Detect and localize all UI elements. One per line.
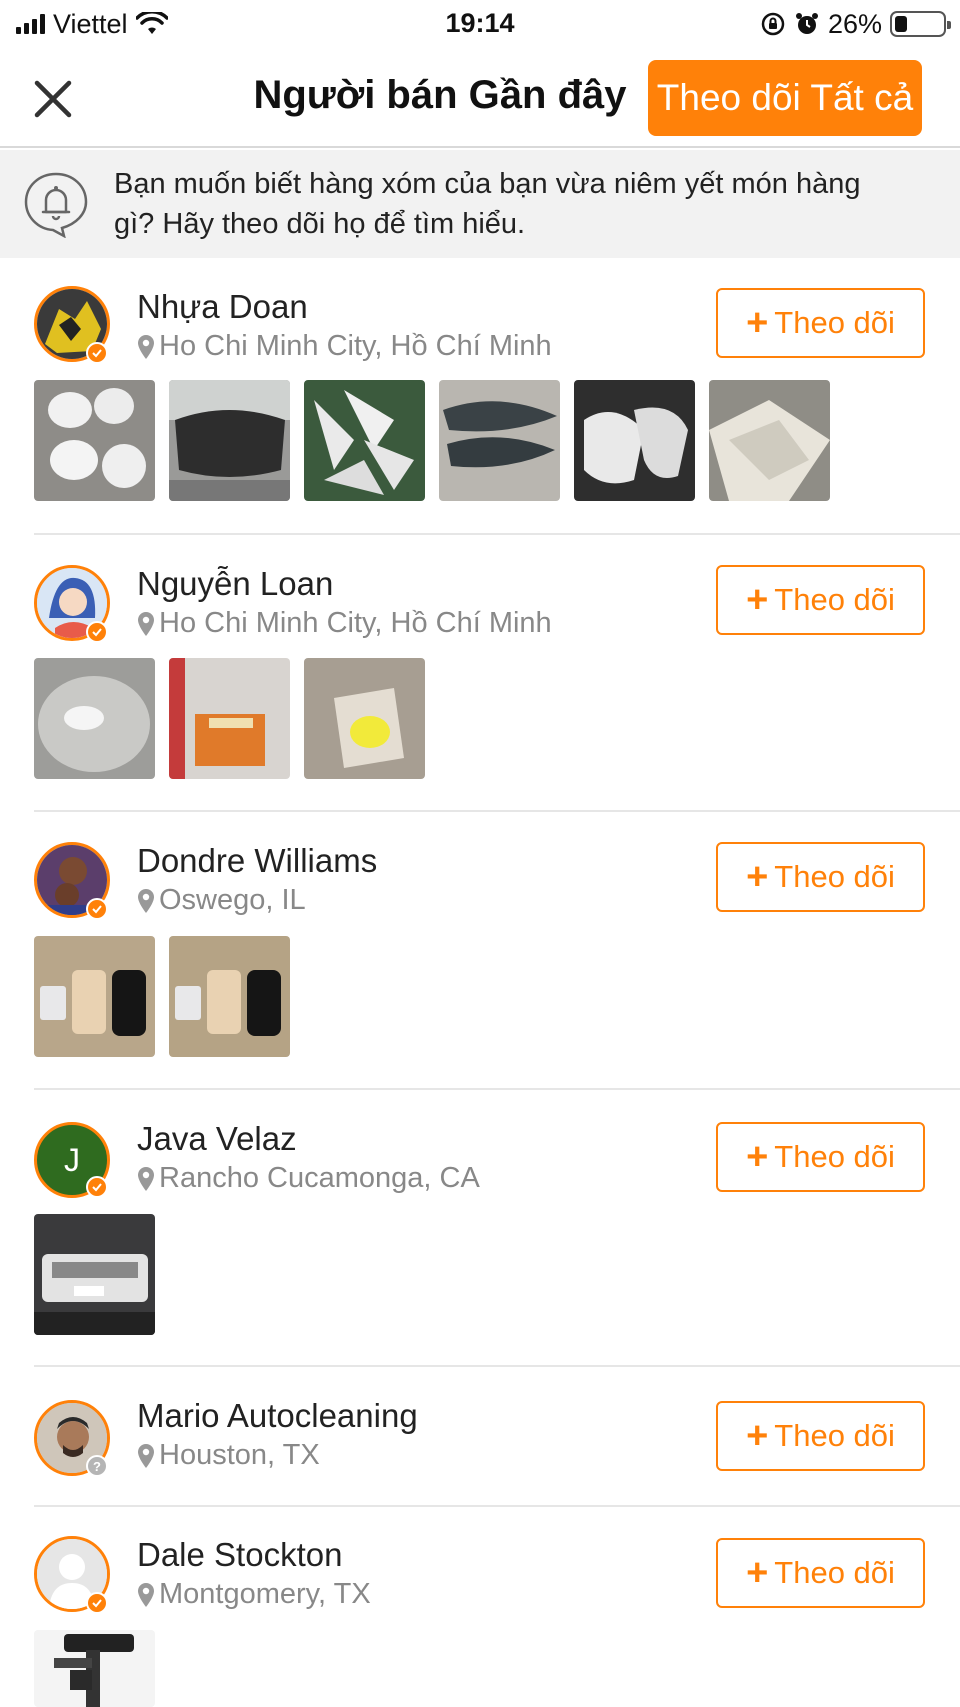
bell-icon xyxy=(24,172,88,238)
seller-location: Oswego, IL xyxy=(137,884,306,917)
listing-thumbnail[interactable] xyxy=(169,658,290,779)
seller-location-text: Montgomery, TX xyxy=(159,1578,371,1610)
seller-location-text: Houston, TX xyxy=(159,1439,320,1471)
unverified-badge-icon: ? xyxy=(86,1455,108,1477)
seller-location: Montgomery, TX xyxy=(137,1578,371,1611)
follow-all-button[interactable]: Theo dõi Tất cả xyxy=(648,60,922,136)
location-pin-icon xyxy=(138,1582,154,1607)
banner-text: Bạn muốn biết hàng xóm của bạn vừa niêm … xyxy=(114,164,960,244)
listing-thumbnails xyxy=(34,1214,155,1335)
listing-thumbnail[interactable] xyxy=(439,380,560,501)
banner-text-line2: gì? Hãy theo dõi họ để tìm hiểu. xyxy=(114,208,526,240)
listing-thumbnails xyxy=(34,658,425,779)
follow-label: Theo dõi xyxy=(774,1555,895,1590)
seller-name[interactable]: Nhựa Doan xyxy=(137,288,308,326)
battery-icon xyxy=(890,11,951,37)
listing-thumbnail[interactable] xyxy=(304,380,425,501)
follow-label: Theo dõi xyxy=(774,1418,895,1453)
plus-icon: + xyxy=(746,1552,769,1594)
verified-badge-icon xyxy=(86,342,108,364)
status-right: 26% xyxy=(760,8,951,40)
seller-row: Dondre Williams Oswego, IL + Theo dõi xyxy=(0,812,960,1090)
status-bar: Viettel 19:14 26% xyxy=(0,0,960,48)
banner-text-line1: Bạn muốn biết hàng xóm của bạn vừa niêm … xyxy=(114,168,861,200)
verified-badge-icon xyxy=(86,621,108,643)
follow-button[interactable]: + Theo dõi xyxy=(716,288,925,358)
plus-icon: + xyxy=(746,579,769,621)
seller-name[interactable]: Dale Stockton xyxy=(137,1536,342,1574)
listing-thumbnail[interactable] xyxy=(34,1214,155,1335)
follow-label: Theo dõi xyxy=(774,1139,895,1174)
follow-button[interactable]: + Theo dõi xyxy=(716,1122,925,1192)
page-title: Người bán Gần đây xyxy=(253,73,627,117)
listing-thumbnail[interactable] xyxy=(34,1630,155,1707)
plus-icon: + xyxy=(746,1415,769,1457)
seller-location: Rancho Cucamonga, CA xyxy=(137,1162,480,1195)
seller-location: Houston, TX xyxy=(137,1439,320,1472)
seller-location-text: Rancho Cucamonga, CA xyxy=(159,1162,480,1194)
close-icon xyxy=(34,80,72,118)
listing-thumbnail[interactable] xyxy=(34,658,155,779)
location-pin-icon xyxy=(138,1443,154,1468)
info-banner: Bạn muốn biết hàng xóm của bạn vừa niêm … xyxy=(0,150,960,258)
follow-button[interactable]: + Theo dõi xyxy=(716,842,925,912)
location-pin-icon xyxy=(138,1166,154,1191)
listing-thumbnail[interactable] xyxy=(304,658,425,779)
listing-thumbnail[interactable] xyxy=(574,380,695,501)
listing-thumbnails xyxy=(34,380,830,501)
seller-location-text: Oswego, IL xyxy=(159,884,306,916)
plus-icon: + xyxy=(746,302,769,344)
seller-name[interactable]: Java Velaz xyxy=(137,1120,297,1158)
location-pin-icon xyxy=(138,888,154,913)
listing-thumbnail[interactable] xyxy=(169,380,290,501)
seller-row: Dale Stockton Montgomery, TX + Theo dõi xyxy=(0,1506,960,1707)
listing-thumbnails xyxy=(34,1630,155,1707)
seller-name[interactable]: Dondre Williams xyxy=(137,842,377,880)
seller-name[interactable]: Nguyễn Loan xyxy=(137,565,333,603)
verified-badge-icon xyxy=(86,1592,108,1614)
follow-label: Theo dõi xyxy=(774,859,895,894)
location-pin-icon xyxy=(138,334,154,359)
alarm-icon xyxy=(795,13,818,34)
seller-location-text: Ho Chi Minh City, Hồ Chí Minh xyxy=(159,330,552,362)
verified-badge-icon xyxy=(86,898,108,920)
header: Người bán Gần đây Theo dõi Tất cả xyxy=(0,48,960,148)
follow-button[interactable]: + Theo dõi xyxy=(716,1538,925,1608)
seller-name[interactable]: Mario Autocleaning xyxy=(137,1397,418,1435)
orientation-lock-icon xyxy=(761,12,785,36)
follow-label: Theo dõi xyxy=(774,305,895,340)
listing-thumbnail[interactable] xyxy=(34,380,155,501)
location-pin-icon xyxy=(138,611,154,636)
seller-row: Nguyễn Loan Ho Chi Minh City, Hồ Chí Min… xyxy=(0,535,960,812)
seller-row: Nhựa Doan Ho Chi Minh City, Hồ Chí Minh … xyxy=(0,258,960,535)
follow-button[interactable]: + Theo dõi xyxy=(716,1401,925,1471)
follow-label: Theo dõi xyxy=(774,582,895,617)
follow-button[interactable]: + Theo dõi xyxy=(716,565,925,635)
seller-location: Ho Chi Minh City, Hồ Chí Minh xyxy=(137,607,552,640)
listing-thumbnail[interactable] xyxy=(709,380,830,501)
battery-percent: 26% xyxy=(827,8,882,39)
seller-location-text: Ho Chi Minh City, Hồ Chí Minh xyxy=(159,607,552,639)
close-button[interactable] xyxy=(22,68,84,130)
seller-row: ? Mario Autocleaning Houston, TX + Theo d… xyxy=(0,1367,960,1507)
plus-icon: + xyxy=(746,856,769,898)
verified-badge-icon xyxy=(86,1176,108,1198)
listing-thumbnail[interactable] xyxy=(169,936,290,1057)
listing-thumbnail[interactable] xyxy=(34,936,155,1057)
seller-row: J Java Velaz Rancho Cucamonga, CA + Theo … xyxy=(0,1090,960,1367)
seller-location: Ho Chi Minh City, Hồ Chí Minh xyxy=(137,330,552,363)
plus-icon: + xyxy=(746,1136,769,1178)
listing-thumbnails xyxy=(34,936,290,1057)
